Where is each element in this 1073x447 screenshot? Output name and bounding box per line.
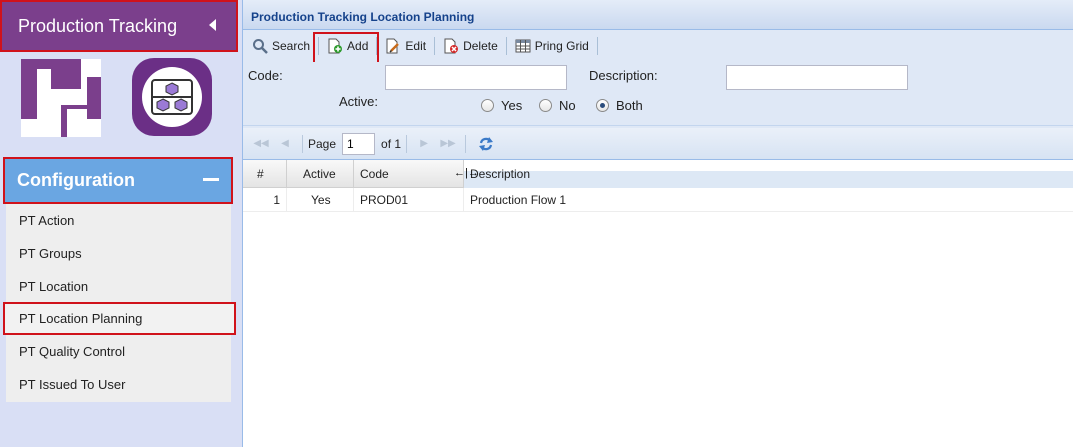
sidebar-item-pt-groups[interactable]: PT Groups [6, 237, 231, 270]
description-input[interactable] [726, 65, 908, 90]
sidebar-item-label: PT Issued To User [19, 377, 126, 392]
print-grid-label: Pring Grid [534, 39, 589, 53]
toolbar-separator [596, 37, 598, 55]
sidebar: Production Tracking Configuration PT Act [0, 0, 238, 447]
sidebar-header[interactable]: Production Tracking [0, 0, 238, 52]
last-page-icon[interactable]: ▶▶ [440, 137, 455, 151]
description-cell: Production Flow 1 [464, 188, 1073, 212]
active-yes-radio[interactable]: Yes [481, 98, 522, 113]
toolbar-separator [434, 37, 436, 55]
sidebar-item-pt-quality-control[interactable]: PT Quality Control [6, 335, 231, 368]
code-input[interactable] [385, 65, 567, 90]
column-header-label: # [257, 167, 264, 181]
column-header-number[interactable]: # [243, 160, 287, 188]
edit-label: Edit [405, 39, 427, 53]
pagination-toolbar: ◀◀ ◀ Page of 1 ▶ ▶▶ [243, 128, 1073, 160]
sidebar-item-label: PT Location Planning [19, 311, 143, 326]
code-cell: PROD01 [354, 188, 464, 212]
radio-circle-icon [539, 99, 552, 112]
column-header-label: Description [470, 167, 531, 181]
radio-label: Yes [501, 98, 523, 113]
row-number-cell: 1 [243, 188, 287, 212]
pager-separator [465, 134, 467, 153]
grid-header: # Active Code Description ←|→ [243, 160, 1073, 188]
sidebar-item-pt-location[interactable]: PT Location [6, 270, 231, 303]
sidebar-item-label: PT Location [19, 279, 89, 294]
page-title: Production Tracking Location Planning [251, 9, 475, 24]
toolbar-separator [505, 37, 507, 55]
module-logo-icon[interactable] [132, 58, 212, 136]
code-label: Code: [248, 68, 283, 83]
sidebar-item-pt-issued-to-user[interactable]: PT Issued To User [6, 368, 231, 401]
collapse-arrow-icon[interactable] [209, 19, 216, 31]
sidebar-title: Production Tracking [18, 15, 178, 36]
column-header-active[interactable]: Active [287, 160, 354, 188]
column-resize-cursor-icon: ←|→ [454, 167, 479, 179]
description-value: Production Flow 1 [470, 193, 567, 207]
panel-header: Production Tracking Location Planning [243, 0, 1073, 30]
search-icon [252, 38, 268, 54]
edit-button[interactable]: Edit [380, 33, 431, 59]
configuration-menu: PT Action PT Groups PT Location PT Locat… [3, 204, 236, 402]
search-form: Code: Description: Active: Yes No Both [243, 62, 1073, 125]
delete-label: Delete [463, 39, 498, 53]
app-logo-icon[interactable] [21, 59, 101, 137]
sidebar-item-pt-location-planning[interactable]: PT Location Planning [3, 302, 236, 335]
active-cell: Yes [287, 188, 354, 212]
page-label: Page [308, 136, 337, 151]
code-value: PROD01 [360, 193, 409, 207]
pager-separator [406, 134, 408, 153]
prev-page-icon[interactable]: ◀ [278, 137, 292, 151]
minus-icon[interactable] [203, 178, 219, 181]
column-header-code[interactable]: Code [354, 160, 464, 188]
active-both-radio[interactable]: Both [596, 98, 643, 113]
print-grid-button[interactable]: Pring Grid [510, 33, 594, 59]
page-number-input[interactable] [342, 132, 376, 155]
radio-circle-icon [596, 99, 609, 112]
sidebar-item-label: PT Quality Control [19, 344, 125, 359]
radio-label: Both [616, 98, 643, 113]
grid-icon [515, 38, 531, 54]
column-header-description[interactable]: Description [464, 160, 1073, 188]
sidebar-item-label: PT Groups [19, 246, 82, 261]
configuration-title: Configuration [17, 170, 135, 190]
active-label: Active: [339, 94, 379, 109]
sidebar-item-label: PT Action [19, 213, 75, 228]
configuration-header[interactable]: Configuration [3, 157, 233, 204]
active-value: Yes [311, 193, 331, 207]
pager-separator [302, 134, 303, 153]
first-page-icon[interactable]: ◀◀ [253, 137, 268, 151]
column-header-label: Code [360, 167, 389, 181]
radio-circle-icon [481, 99, 494, 112]
main-panel: Production Tracking Location Planning Se… [242, 0, 1073, 447]
delete-button[interactable]: Delete [438, 33, 503, 59]
next-page-icon[interactable]: ▶ [417, 137, 431, 151]
row-number: 1 [273, 193, 280, 207]
add-button-highlight [313, 32, 379, 64]
sidebar-item-pt-action[interactable]: PT Action [6, 204, 231, 237]
radio-label: No [559, 98, 576, 113]
edit-document-icon [385, 38, 401, 54]
refresh-icon[interactable] [477, 135, 495, 153]
description-label: Description: [589, 68, 658, 83]
delete-document-icon [443, 38, 459, 54]
column-header-label: Active [303, 167, 336, 181]
table-row[interactable]: 1 Yes PROD01 Production Flow 1 [243, 188, 1073, 212]
search-button[interactable]: Search [247, 33, 315, 59]
active-no-radio[interactable]: No [539, 98, 576, 113]
search-label: Search [272, 39, 311, 53]
page-count-label: of 1 [381, 136, 402, 151]
